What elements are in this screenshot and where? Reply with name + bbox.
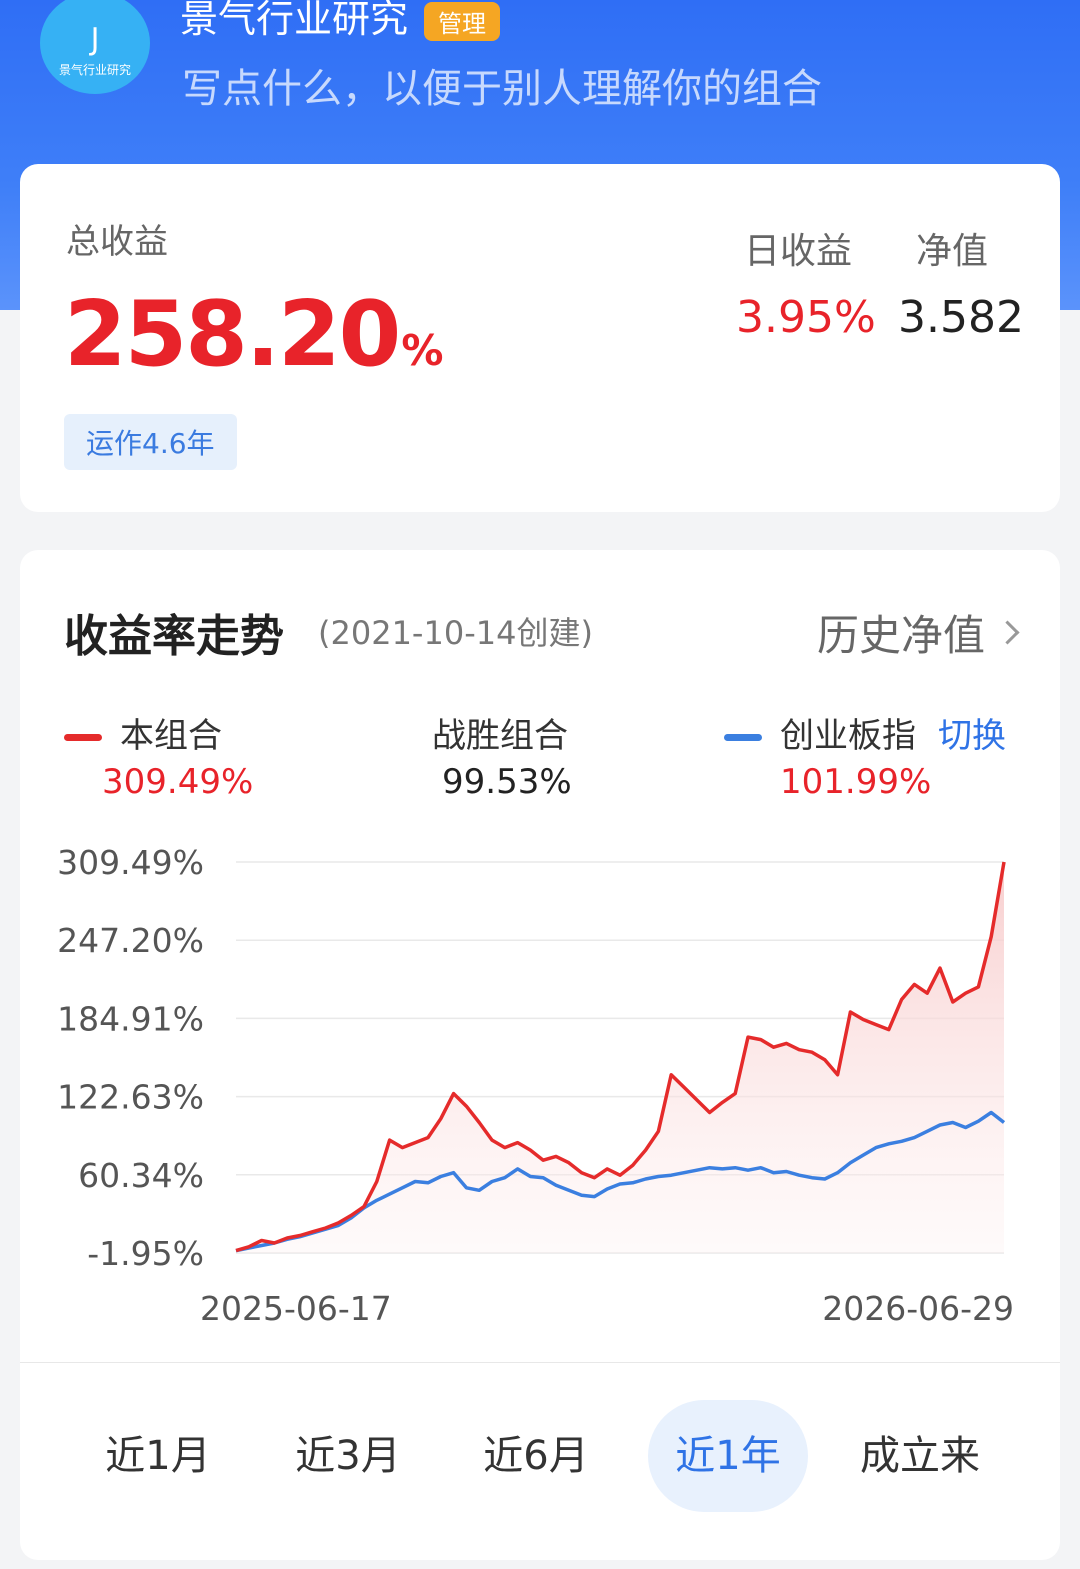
portfolio-name: 景气行业研究 — [180, 0, 409, 41]
portfolio-description[interactable]: 写点什么，以便于别人理解你的组合 — [182, 56, 822, 114]
net-value-label: 净值 — [916, 231, 989, 272]
total-return-value: 258.20% — [64, 282, 443, 387]
return-line-chart[interactable]: 309.49% 247.20% 184.91% 122.63% 60.34% -1.95%… — [20, 550, 1060, 1350]
y-tick-label: -1.95% — [87, 1234, 204, 1273]
divider — [20, 1362, 1060, 1363]
range-tab-0[interactable]: 近1月 — [78, 1400, 238, 1512]
avatar-letter: J — [90, 21, 100, 57]
portfolio-name-row: 景气行业研究 管理 — [180, 0, 501, 43]
net-value-value: 3.582 — [898, 292, 1024, 343]
run-duration-badge: 运作4.6年 — [64, 414, 237, 470]
y-tick-label: 309.49% — [57, 843, 204, 882]
return-trend-card: 收益率走势 (2021-10-14创建) 历史净值 本组合 309.49% 战胜… — [20, 550, 1060, 1560]
total-return-label: 总收益 — [66, 222, 168, 262]
x-end-label: 2026-06-29 — [822, 1289, 1014, 1328]
range-tab-1[interactable]: 近3月 — [268, 1400, 428, 1512]
manage-button[interactable]: 管理 — [424, 2, 501, 41]
total-return-unit: % — [401, 326, 443, 375]
y-tick-label: 60.34% — [78, 1156, 204, 1195]
y-tick-label: 184.91% — [57, 999, 204, 1038]
x-start-label: 2025-06-17 — [200, 1289, 392, 1328]
daily-return-label: 日收益 — [744, 231, 853, 272]
portfolio-avatar[interactable]: J 景气行业研究 — [40, 0, 150, 94]
summary-card: 总收益 258.20% 运作4.6年 日收益 净值 3.95% 3.582 — [20, 164, 1060, 512]
range-tab-2[interactable]: 近6月 — [456, 1400, 616, 1512]
avatar-text: 景气行业研究 — [58, 62, 131, 77]
y-tick-label: 122.63% — [57, 1078, 204, 1117]
range-tabs: 近1月 近3月 近6月 近1年 成立来 — [20, 1400, 1060, 1512]
total-return-number: 258.20 — [64, 282, 401, 387]
range-tab-3[interactable]: 近1年 — [648, 1400, 808, 1512]
range-tab-4[interactable]: 成立来 — [835, 1400, 1005, 1512]
portfolio-area — [236, 862, 1004, 1253]
y-tick-label: 247.20% — [57, 921, 204, 960]
daily-return-value: 3.95% — [736, 292, 876, 343]
